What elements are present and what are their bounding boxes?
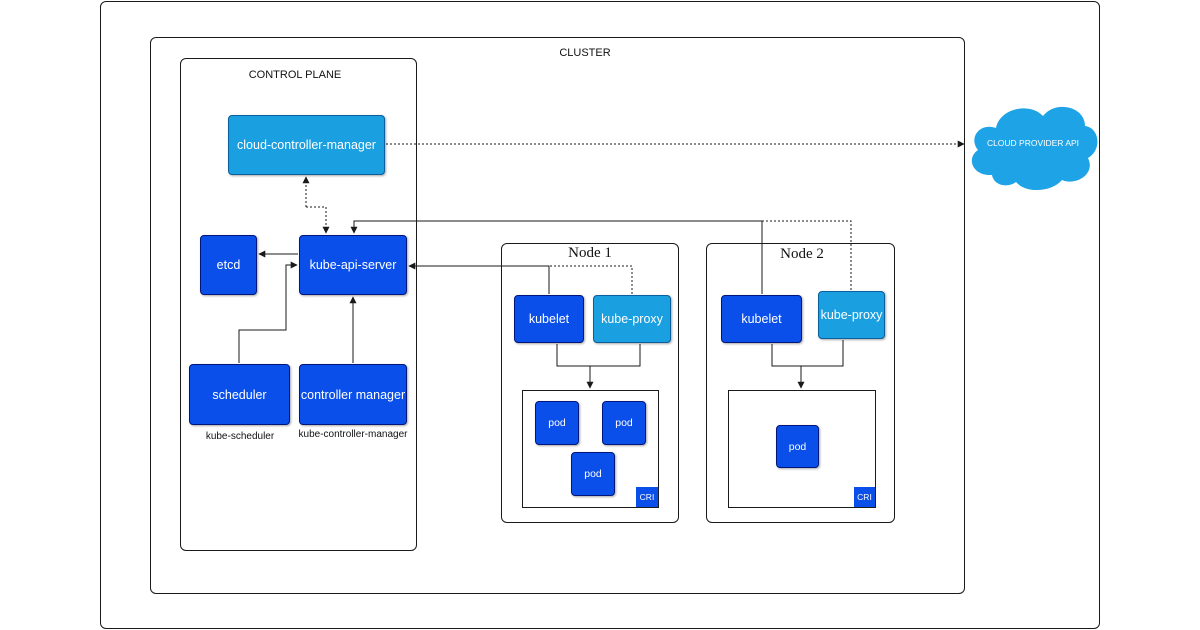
cloud-icon <box>971 106 1098 191</box>
node-1-pod: pod <box>571 452 615 496</box>
node-2-kubelet-to-cri-connector <box>771 340 844 367</box>
node-1-kubelet-to-cri-connector <box>556 344 641 367</box>
ccm-api-server-connector <box>306 206 330 234</box>
cloud-provider-api-label: CLOUD PROVIDER API <box>986 138 1080 148</box>
node-2-kubelet-to-api-server-connector <box>350 220 763 294</box>
kube-api-server-box: kube-api-server <box>299 235 407 295</box>
node-1-kube-proxy-connector <box>549 265 633 294</box>
node-1-cri-tag: CRI <box>636 487 658 507</box>
cloud-controller-manager-box: cloud-controller-manager <box>228 115 385 175</box>
etcd-box: etcd <box>200 235 257 295</box>
node-1-pod: pod <box>602 401 646 445</box>
controller-manager-box: controller manager <box>299 364 407 425</box>
node-2-kube-proxy-box: kube-proxy <box>818 291 885 339</box>
node-1-kube-proxy-box: kube-proxy <box>593 295 671 343</box>
node-2-kubelet-box: kubelet <box>721 295 802 343</box>
node-1-pod: pod <box>535 401 579 445</box>
scheduler-caption: kube-scheduler <box>205 431 275 442</box>
controller-manager-caption: kube-controller-manager <box>298 429 408 440</box>
scheduler-box: scheduler <box>189 364 290 425</box>
node-2-kube-proxy-connector <box>762 220 852 290</box>
node-1-kubelet-to-api-server-connector <box>408 262 550 294</box>
node-2-cri-tag: CRI <box>854 487 875 507</box>
node-2-pod: pod <box>776 425 819 468</box>
node-1-kubelet-box: kubelet <box>514 295 584 343</box>
